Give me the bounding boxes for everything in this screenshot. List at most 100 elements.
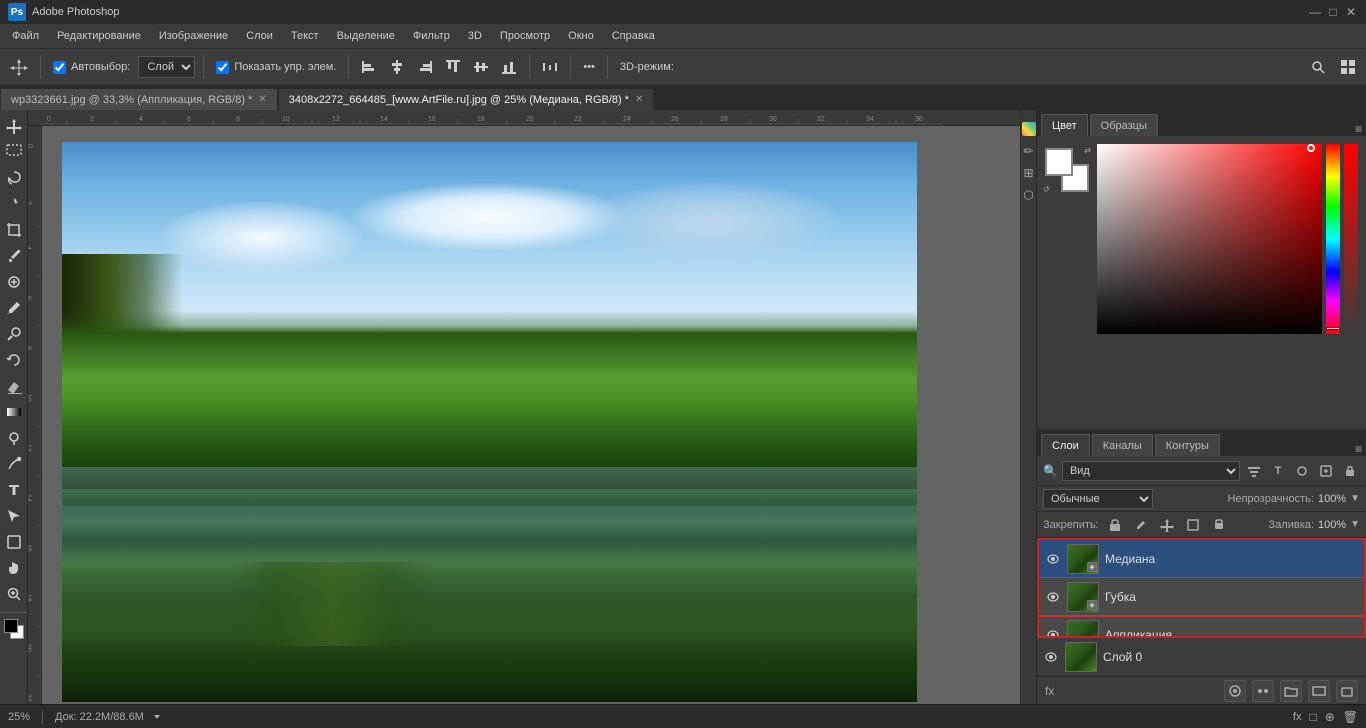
menu-select[interactable]: Выделение	[329, 28, 403, 44]
tool-eyedropper[interactable]	[2, 244, 26, 268]
tool-select[interactable]	[2, 140, 26, 164]
color-gradient-picker[interactable]	[1097, 144, 1322, 334]
tool-zoom-tool[interactable]	[2, 582, 26, 606]
filter-size-icon[interactable]	[1316, 461, 1336, 481]
menu-edit[interactable]: Редактирование	[49, 28, 149, 44]
foreground-color[interactable]	[2, 617, 26, 641]
tab-swatches[interactable]: Образцы	[1090, 114, 1158, 136]
canvas-area[interactable]	[42, 126, 1020, 704]
tool-heal[interactable]	[2, 270, 26, 294]
tool-brush[interactable]	[2, 296, 26, 320]
tab-color[interactable]: Цвет	[1041, 114, 1088, 136]
show-controls-checkbox[interactable]	[216, 61, 229, 74]
distribute-icon[interactable]	[538, 53, 562, 81]
hue-strip[interactable]	[1326, 144, 1340, 334]
layer-item-sloy0[interactable]: Слой 0	[1037, 638, 1366, 676]
tool-clone[interactable]	[2, 322, 26, 346]
layer-eye-applikacia[interactable]	[1045, 627, 1061, 639]
delete-layer-button[interactable]	[1336, 680, 1358, 702]
layer-item-mediana[interactable]: ◈ Медиана	[1039, 540, 1364, 578]
layer-select[interactable]: Слой	[138, 56, 195, 78]
reset-colors-icon[interactable]: ↺	[1043, 185, 1050, 194]
tool-gradient[interactable]	[2, 400, 26, 424]
layers-panel-menu[interactable]: ≡	[1355, 442, 1362, 456]
tool-magic[interactable]	[2, 192, 26, 216]
menu-window[interactable]: Окно	[560, 28, 602, 44]
pencil-icon[interactable]: ✏	[1023, 144, 1033, 158]
color-panel-menu[interactable]: ≡	[1355, 122, 1362, 136]
tool-pen[interactable]	[2, 452, 26, 476]
tool-path-select[interactable]	[2, 504, 26, 528]
maximize-button[interactable]: □	[1326, 5, 1340, 19]
tool-move[interactable]	[2, 114, 26, 138]
show-controls-check[interactable]: Показать упр. элем.	[212, 53, 340, 81]
layer-eye-gubka[interactable]	[1045, 589, 1061, 605]
color-picker-icon[interactable]	[1022, 122, 1036, 136]
add-adjustment-button[interactable]	[1252, 680, 1274, 702]
menu-layers[interactable]: Слои	[238, 28, 281, 44]
filter-adjust-icon[interactable]	[1292, 461, 1312, 481]
layer-item-gubka[interactable]: ◈ Губка	[1039, 578, 1364, 616]
tool-eraser[interactable]	[2, 374, 26, 398]
menu-filter[interactable]: Фильтр	[405, 28, 458, 44]
tab-wp3323661[interactable]: wp3323661.jpg @ 33,3% (Аппликация, RGB/8…	[0, 88, 278, 110]
layer-eye-mediana[interactable]	[1045, 551, 1061, 567]
status-icon2[interactable]: ⊕	[1325, 710, 1335, 724]
layer-item-applikacia[interactable]: ◈ Аппликация	[1039, 616, 1364, 638]
lock-move-icon[interactable]	[1157, 515, 1177, 535]
spectrum-strip[interactable]	[1344, 144, 1358, 334]
tab-paths[interactable]: Контуры	[1155, 434, 1220, 456]
lock-artboard-icon[interactable]	[1183, 515, 1203, 535]
window-controls[interactable]: — □ ✕	[1308, 5, 1358, 19]
more-btn[interactable]: •••	[579, 53, 599, 81]
swap-colors-icon[interactable]: ⇄	[1084, 146, 1091, 155]
opacity-value[interactable]: 100%	[1318, 493, 1346, 505]
lock-all-icon[interactable]	[1209, 515, 1229, 535]
tool-hand[interactable]	[2, 556, 26, 580]
fill-arrow[interactable]: ▼	[1350, 519, 1360, 530]
tab-channels[interactable]: Каналы	[1092, 434, 1153, 456]
menu-help[interactable]: Справка	[604, 28, 663, 44]
cube-icon[interactable]: ⬡	[1023, 188, 1033, 202]
fill-value[interactable]: 100%	[1318, 519, 1346, 531]
align-bottom-icon[interactable]	[497, 53, 521, 81]
add-group-button[interactable]	[1280, 680, 1302, 702]
minimize-button[interactable]: —	[1308, 5, 1322, 19]
tool-shape[interactable]	[2, 530, 26, 554]
tool-crop[interactable]	[2, 218, 26, 242]
add-mask-button[interactable]	[1224, 680, 1246, 702]
search-icon[interactable]	[1306, 53, 1330, 81]
layer-eye-sloy0[interactable]	[1043, 649, 1059, 665]
filter-text-icon[interactable]: T	[1268, 461, 1288, 481]
filter-lock-icon[interactable]	[1340, 461, 1360, 481]
align-right-icon[interactable]	[413, 53, 437, 81]
lock-pixels-icon[interactable]	[1105, 515, 1125, 535]
tab-artfile[interactable]: 3408x2272_664485_[www.ArtFile.ru].jpg @ …	[278, 88, 655, 110]
filter-icon-layers[interactable]	[1244, 461, 1264, 481]
move-tool-icon[interactable]	[6, 53, 32, 81]
autoselect-checkbox[interactable]	[53, 61, 66, 74]
status-icon1[interactable]: □	[1309, 710, 1316, 724]
right-panel-toggle[interactable]: ✏ ⊞ ⬡	[1020, 110, 1036, 704]
menu-text[interactable]: Текст	[283, 28, 327, 44]
tab-layers[interactable]: Слои	[1041, 434, 1090, 456]
align-vmid-icon[interactable]	[469, 53, 493, 81]
opacity-arrow[interactable]: ▼	[1350, 493, 1360, 504]
align-center-icon[interactable]	[385, 53, 409, 81]
panels-icon[interactable]	[1336, 53, 1360, 81]
layers-fx-label[interactable]: fx	[1045, 684, 1054, 698]
menu-file[interactable]: Файл	[4, 28, 47, 44]
tool-history[interactable]	[2, 348, 26, 372]
close-button[interactable]: ✕	[1344, 5, 1358, 19]
adjust-icon[interactable]: ⊞	[1023, 166, 1033, 180]
blend-mode-select[interactable]: Обычные	[1043, 489, 1153, 509]
tab-close-2[interactable]: ✕	[635, 94, 643, 105]
menu-3d[interactable]: 3D	[460, 28, 490, 44]
status-arrow[interactable]	[152, 712, 162, 722]
tool-dodge[interactable]	[2, 426, 26, 450]
status-icon3[interactable]: 🗑	[1343, 710, 1358, 724]
status-fx[interactable]: fx	[1293, 711, 1302, 723]
tool-text[interactable]	[2, 478, 26, 502]
align-left-icon[interactable]	[357, 53, 381, 81]
menu-image[interactable]: Изображение	[151, 28, 236, 44]
